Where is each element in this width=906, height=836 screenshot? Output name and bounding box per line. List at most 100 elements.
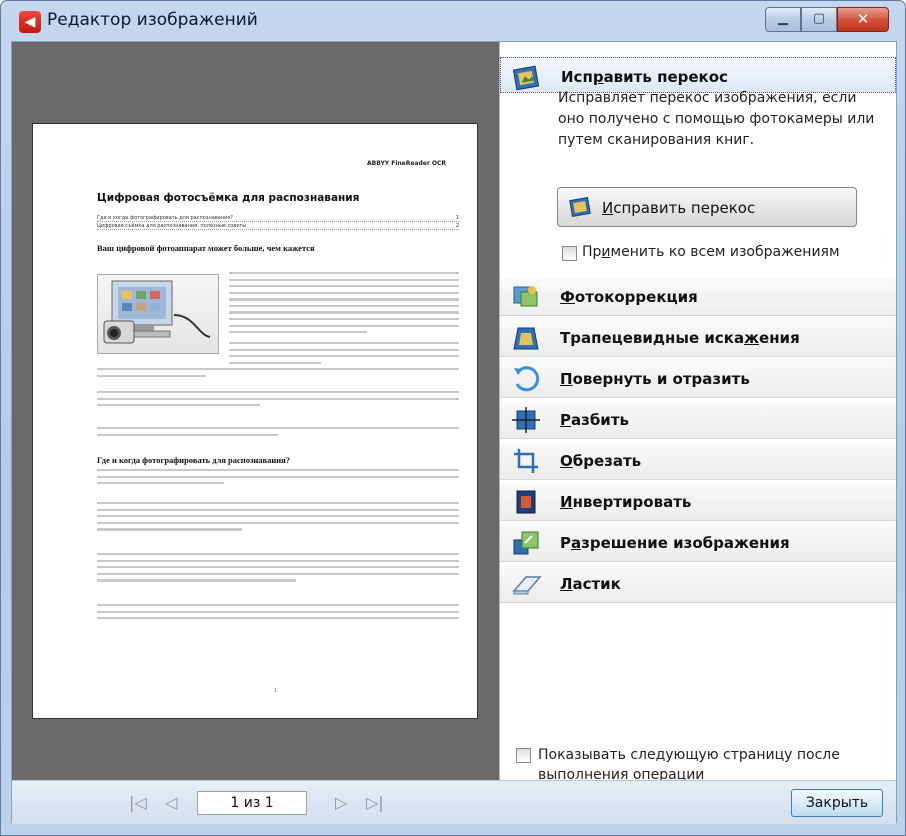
minimize-icon: ▁ [778,11,788,26]
section-label: Инвертировать [560,493,691,511]
close-icon: ✕ [856,10,870,28]
label-part: зрешение изображения [581,534,790,552]
label-part: астик [572,575,621,593]
label-part: отокоррекция [574,288,698,306]
section-label: Исправить перекос [561,68,728,86]
label-mnemonic: О [560,452,573,470]
toc-item-page: 2 [455,223,459,229]
document-heading: Цифровая фотосъёмка для распознавания [97,192,360,204]
maximize-icon: ▢ [812,11,826,26]
text-block [97,427,459,440]
label-part: брезать [572,452,642,470]
section-eraser[interactable]: Ластик [500,565,896,603]
minimize-button[interactable]: ▁ [765,7,801,32]
text-block [97,553,459,586]
image-editor-window: ◀ Редактор изображений ▁ ▢ ✕ ABBYY FineR… [0,0,906,836]
label-part: азбить [571,411,630,429]
document-brand: ABBYY FineReader OCR [366,160,446,167]
deskew-description: Исправляет перекос изображения, если оно… [558,90,875,148]
label-part: менить ко всем изображениям [610,244,840,260]
document-section-title: Где и когда фотографировать для распозна… [97,455,291,465]
label-part: Исп [561,68,593,86]
first-page-icon[interactable]: |◁ [129,793,147,812]
label-mnemonic: И [560,493,573,511]
section-label: Разрешение изображения [560,534,790,552]
section-label: Разбить [560,411,629,429]
previous-page-icon[interactable]: ◁ [165,793,177,812]
title-bar[interactable]: ◀ Редактор изображений ▁ ▢ ✕ [1,1,905,41]
section-label: Обрезать [560,452,641,470]
toc-item: Где и когда фотографировать для распозна… [97,215,459,222]
label-part: справить перекос [613,199,756,217]
document-page-number: 1 [274,688,278,694]
fix-skew-button[interactable]: Исправить перекос [557,187,857,227]
invert-icon [512,489,540,515]
section-invert[interactable]: Инвертировать [500,483,896,521]
document-page-image: ABBYY FineReader OCR Цифровая фотосъёмка… [32,123,478,719]
label-mnemonic: ж [744,329,760,347]
label-mnemonic: а [571,534,582,552]
section-split[interactable]: Разбить [500,401,896,439]
split-icon [512,407,540,433]
text-block [97,604,459,624]
text-block [229,342,459,368]
next-page-icon[interactable]: ▷ [335,793,347,812]
section-label: Повернуть и отразить [560,370,750,388]
section-photo-correction[interactable]: Фотокоррекция [500,278,896,316]
navigation-bar: |◁ ◁ 1 из 1 ▷ ▷| Закрыть [12,780,896,824]
toc-item-text: Где и когда фотографировать для распозна… [97,215,233,221]
close-window-button[interactable]: ✕ [837,7,889,32]
label-mnemonic: и [601,244,611,260]
editor-client-area: ABBYY FineReader OCR Цифровая фотосъёмка… [11,41,897,824]
window-title: Редактор изображений [47,10,258,30]
trapezoid-icon [512,325,540,351]
deskew-icon [569,196,593,219]
page-indicator[interactable]: 1 из 1 [197,791,307,815]
image-preview-pane[interactable]: ABBYY FineReader OCR Цифровая фотосъёмка… [12,42,499,780]
toc-item-page: 1 [455,215,459,221]
toc-item-text: Цифровая съёмка для распознавания: полез… [97,223,247,229]
section-label: Ластик [560,575,621,593]
show-next-page-checkbox[interactable] [516,748,531,763]
text-block [229,272,459,338]
label-mnemonic: Ф [560,288,575,306]
photo-correction-icon [512,284,540,310]
rotate-icon [512,366,540,392]
label-part: Пр [582,244,602,260]
eraser-icon [512,571,542,597]
show-next-page-label: Показывать следующую страницу после выпо… [538,747,840,783]
section-label: Фотокоррекция [560,288,698,306]
document-section-title: Ваш цифровой фотоаппарат может больше, ч… [97,243,315,253]
section-crop[interactable]: Обрезать [500,442,896,480]
text-block [97,368,459,381]
crop-icon [512,448,540,474]
toc-item: Цифровая съёмка для распознавания: полез… [97,223,459,230]
label-part: авить перекос [603,68,728,86]
camera-photo-image [97,274,219,354]
label-mnemonic: р [592,68,604,86]
section-resolution[interactable]: Разрешение изображения [500,524,896,562]
section-trapezoid[interactable]: Трапецевидные искажения [500,319,896,357]
label-part: Трапецевидные иска [560,329,745,347]
section-rotate-flip[interactable]: Повернуть и отразить [500,360,896,398]
label-mnemonic: Л [560,575,573,593]
apply-all-label: Применить ко всем изображениям [582,244,840,260]
label-mnemonic: И [602,199,614,217]
section-label: Трапецевидные искажения [560,329,800,347]
close-button[interactable]: Закрыть [791,789,883,817]
label-mnemonic: Р [560,411,571,429]
apply-all-checkbox[interactable] [562,246,577,261]
last-page-icon[interactable]: ▷| [366,793,384,812]
text-block [97,502,459,535]
deskew-icon [512,64,541,91]
text-block [97,391,459,411]
text-block [97,469,459,489]
label-part: овернуть и отразить [572,370,750,388]
label-part: Р [560,534,571,552]
abbyy-logo-icon: ◀ [19,11,41,33]
resolution-icon [512,530,540,556]
maximize-button[interactable]: ▢ [801,7,837,32]
label-mnemonic: П [560,370,573,388]
fix-skew-label: Исправить перекос [602,199,755,217]
label-part: нвертировать [572,493,692,511]
